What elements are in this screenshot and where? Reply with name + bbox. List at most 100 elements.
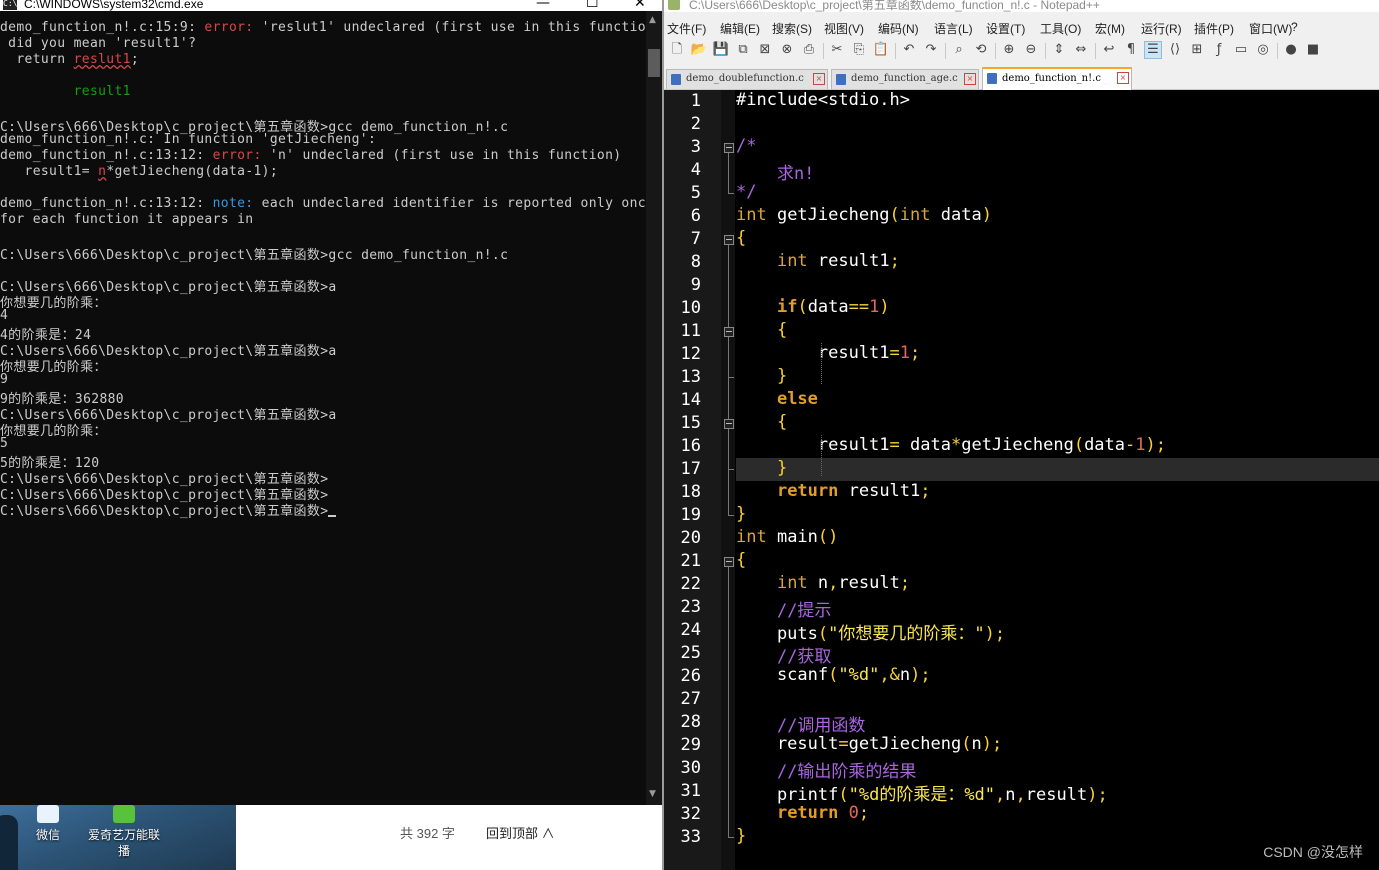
toolbar-separator [823, 43, 824, 59]
tab-close-icon[interactable]: × [813, 73, 825, 85]
menu-item[interactable]: ? [1291, 20, 1298, 34]
csdn-watermark: CSDN @没怎样 [1263, 844, 1363, 860]
code-line: } [736, 458, 1379, 481]
cmd-title-bar[interactable]: C:\ C:\WINDOWS\system32\cmd.exe — ☐ ✕ [0, 0, 662, 11]
menu-item[interactable]: 窗口(W) [1249, 20, 1292, 37]
menu-item[interactable]: 语言(L) [934, 20, 973, 37]
text-segment: ; [889, 251, 900, 271]
show-all-chars-icon[interactable]: ¶ [1122, 41, 1140, 59]
menu-item[interactable]: 运行(R) [1141, 20, 1182, 37]
stop-record-icon[interactable]: ■ [1304, 41, 1322, 59]
minimize-button[interactable]: — [536, 0, 550, 11]
cut-icon[interactable]: ✂ [828, 41, 846, 59]
sync-v-icon[interactable]: ⇕ [1050, 41, 1068, 59]
new-file-icon[interactable]: 🗋 [668, 41, 686, 59]
console-line: 4的阶乘是：24 [0, 324, 91, 343]
word-wrap-icon[interactable]: ↩ [1100, 41, 1118, 59]
cmd-scrollbar[interactable]: ▲ ▼ [646, 11, 662, 805]
scroll-up-icon[interactable]: ▲ [649, 15, 656, 25]
menu-item[interactable]: 工具(O) [1040, 20, 1081, 37]
npp-title-bar[interactable]: C:\Users\666\Desktop\c_project\第五章函数\dem… [664, 0, 1379, 12]
tab-close-icon[interactable]: × [1117, 72, 1129, 84]
menu-item[interactable]: 视图(V) [824, 20, 864, 37]
menu-item[interactable]: 文件(F) [667, 20, 706, 37]
save-icon[interactable]: 💾 [712, 41, 730, 59]
text-segment: = [889, 343, 900, 363]
text-segment: result1 [838, 481, 921, 501]
fold-line [728, 245, 729, 515]
tab-demo-function-n-c[interactable]: demo_function_n!.c × [982, 67, 1132, 91]
undo-icon[interactable]: ↶ [900, 41, 918, 59]
console-line: for each function it appears in [0, 212, 253, 228]
code-area[interactable]: #include<stdio.h> /* 求n! */ int getJiecheng… [736, 90, 1379, 870]
console-line: C:\Users\666\Desktop\c_project\第五章函数>a [0, 340, 337, 359]
xml-tag-icon[interactable]: ⟨⟩ [1166, 41, 1184, 59]
tab-close-icon[interactable]: × [964, 73, 976, 85]
text-segment: 1 [899, 343, 911, 363]
line-number: 6 [690, 206, 701, 226]
menu-item[interactable]: 编码(N) [878, 20, 919, 37]
scroll-down-icon[interactable]: ▼ [649, 789, 656, 799]
sync-h-icon[interactable]: ⇔ [1072, 41, 1090, 59]
scrollbar-thumb[interactable] [648, 49, 660, 77]
menu-item[interactable]: 宏(M) [1095, 20, 1125, 37]
cmd-window[interactable]: C:\ C:\WINDOWS\system32\cmd.exe — ☐ ✕ de… [0, 0, 662, 805]
code-line: { [736, 228, 1379, 251]
zoom-in-icon[interactable]: ⊕ [1000, 41, 1018, 59]
console-line: demo_function_n!.c:13:12: note: each und… [0, 196, 654, 212]
line-number: 11 [680, 321, 701, 341]
menu-item[interactable]: 设置(T) [986, 20, 1025, 37]
text-segment: == [848, 297, 870, 317]
desktop-icon-iqiyi[interactable]: 爱奇艺万能联播 [84, 805, 164, 859]
find-icon[interactable]: ⌕ [950, 41, 968, 59]
copy-icon[interactable]: ⎘ [850, 41, 868, 59]
text-segment: ; [858, 803, 870, 823]
close-all-icon[interactable]: ⊗ [778, 41, 796, 59]
fold-toggle-icon[interactable] [724, 557, 734, 567]
text-segment: did you mean 'result1'? [0, 36, 197, 51]
save-all-icon[interactable]: ⧉ [734, 41, 752, 59]
paste-icon[interactable]: 📋 [872, 41, 890, 59]
line-number: 18 [680, 482, 701, 502]
maximize-button[interactable]: ☐ [586, 0, 599, 11]
zoom-out-icon[interactable]: ⊖ [1022, 41, 1040, 59]
code-line: int result1; [736, 251, 1379, 274]
record-macro-icon[interactable]: ● [1282, 41, 1300, 59]
text-segment: = [889, 435, 900, 455]
fold-line [728, 429, 729, 469]
fold-toggle-icon[interactable] [724, 419, 734, 429]
indent-guide-icon[interactable]: ☰ [1144, 41, 1162, 59]
text-segment: ( [817, 624, 829, 644]
text-segment: ) [910, 665, 921, 685]
line-number: 17 [680, 459, 701, 479]
close-button[interactable]: ✕ [634, 0, 646, 11]
function-list-icon[interactable]: ƒ [1210, 41, 1228, 59]
replace-icon[interactable]: ⟲ [972, 41, 990, 59]
tab-demo-function-age-c[interactable]: demo_function_age.c × [831, 69, 979, 89]
notepad-plus-plus-window[interactable]: C:\Users\666\Desktop\c_project\第五章函数\dem… [664, 0, 1379, 870]
desktop-icon-wechat[interactable]: 微信 [8, 805, 88, 843]
text-segment: , [879, 665, 890, 685]
text-segment: ; [130, 52, 140, 67]
doc-switcher-icon[interactable]: ◎ [1254, 41, 1272, 59]
fold-toggle-icon[interactable] [724, 235, 734, 245]
monitor-icon[interactable]: ▭ [1232, 41, 1250, 59]
text-cursor [328, 515, 337, 517]
menu-item[interactable]: 插件(P) [1194, 20, 1234, 37]
menu-item[interactable]: 搜索(S) [772, 20, 812, 37]
code-line: puts("你想要几的阶乘："); [736, 619, 1379, 644]
line-number: 7 [690, 229, 701, 249]
back-to-top-link[interactable]: 回到顶部 ∧ [486, 823, 555, 842]
code-line: result1= data*getJiecheng(data-1); [736, 435, 1379, 458]
toolbar-separator [1095, 43, 1096, 59]
redo-icon[interactable]: ↷ [922, 41, 940, 59]
menu-item[interactable]: 编辑(E) [720, 20, 760, 37]
open-file-icon[interactable]: 📂 [690, 41, 708, 59]
tab-demo-doublefunction-c[interactable]: demo_doublefunction.c × [666, 69, 828, 89]
doc-map-icon[interactable]: ⊞ [1188, 41, 1206, 59]
print-icon[interactable]: ⎙ [800, 41, 818, 59]
code-editor[interactable]: 1 2 3 4 5 6 7 8 9 10 11 12 13 14 15 16 17 18 19 20 21 22 23 24 2… [664, 90, 1379, 870]
fold-toggle-icon[interactable] [724, 143, 734, 153]
close-icon[interactable]: ⊠ [756, 41, 774, 59]
fold-toggle-icon[interactable] [724, 327, 734, 337]
